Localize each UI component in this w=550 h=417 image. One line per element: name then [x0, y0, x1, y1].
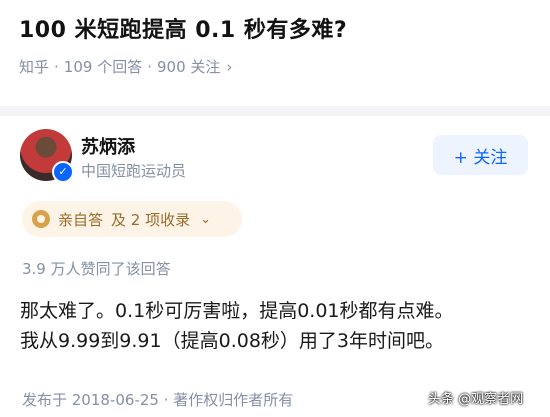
badge-label: 亲自答	[58, 210, 104, 229]
self-answer-badge[interactable]: 亲自答 及 2 项收录 ⌄	[22, 201, 242, 237]
question-title[interactable]: 100 米短跑提高 0.1 秒有多难?	[19, 12, 347, 44]
chevron-right-icon: ›	[226, 58, 233, 76]
answer-content[interactable]: 那太难了。0.1秒可厉害啦，提高0.01秒都有点难。 我从9.99到9.91（提…	[20, 296, 535, 356]
meta-separator: ·	[54, 58, 59, 76]
medal-icon	[32, 210, 50, 228]
meta-separator: ·	[147, 58, 152, 76]
follow-button[interactable]: + 关注	[433, 135, 528, 175]
follow-label: + 关注	[453, 147, 508, 168]
question-header: 100 米短跑提高 0.1 秒有多难? 知乎 · 109 个回答 · 900 关注 ›	[0, 0, 550, 106]
avatar[interactable]: ✓	[20, 129, 74, 183]
verified-badge-icon: ✓	[52, 161, 74, 183]
watermark-text: 头条 @观察者网	[428, 392, 524, 407]
question-meta[interactable]: 知乎 · 109 个回答 · 900 关注 ›	[19, 56, 232, 77]
followers-count: 900 关注	[156, 58, 221, 76]
chevron-down-icon: ⌄	[200, 211, 212, 227]
answers-count: 109 个回答	[63, 58, 143, 76]
source-label: 知乎	[19, 58, 50, 76]
answer-line: 那太难了。0.1秒可厉害啦，提高0.01秒都有点难。	[20, 300, 454, 322]
badge-collections: 及 2 项收录	[111, 210, 191, 229]
author-name[interactable]: 苏炳添	[81, 133, 135, 159]
author-description: 中国短跑运动员	[81, 162, 187, 180]
publish-info: 发布于 2018-06-25 · 著作权归作者所有	[22, 391, 294, 409]
watermark: 头条 @观察者网	[428, 388, 523, 407]
answer-line: 我从9.99到9.91（提高0.08秒）用了3年时间吧。	[20, 330, 445, 352]
section-divider	[0, 106, 550, 116]
vote-count[interactable]: 3.9 万人赞同了该回答	[22, 258, 171, 279]
